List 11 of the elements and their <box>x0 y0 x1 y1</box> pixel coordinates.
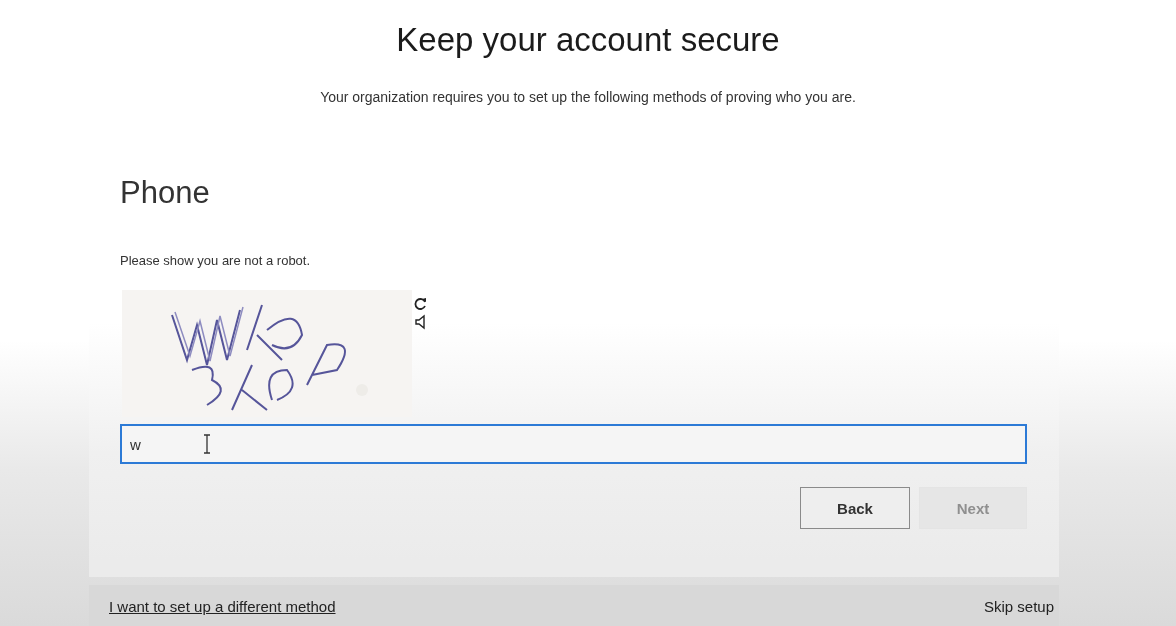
page-title: Keep your account secure <box>396 20 780 60</box>
page-subtitle: Your organization requires you to set up the following methods of proving who you are. <box>320 88 856 106</box>
refresh-icon[interactable] <box>414 296 428 312</box>
skip-setup-link[interactable]: Skip setup <box>983 597 1054 615</box>
text-cursor-icon <box>202 434 212 454</box>
prompt-text: Please show you are not a robot. <box>120 253 312 268</box>
card-heading: Phone <box>120 174 211 212</box>
back-button[interactable]: Back <box>800 487 910 529</box>
different-method-link[interactable]: I want to set up a different method <box>109 597 336 615</box>
speaker-icon[interactable] <box>414 314 428 330</box>
answer-field[interactable]: w <box>120 424 1027 464</box>
